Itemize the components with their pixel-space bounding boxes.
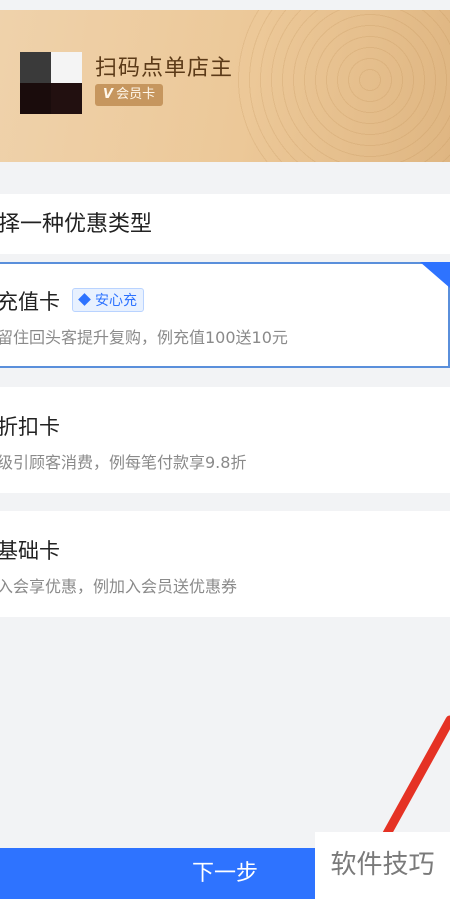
annotation-arrow-line: [373, 715, 450, 855]
watermark-text: 软件技巧: [315, 832, 450, 899]
